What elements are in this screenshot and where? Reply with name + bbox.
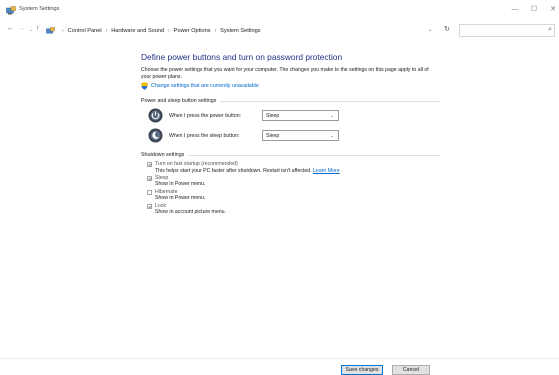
search-icon[interactable]: ⌕: [548, 26, 552, 34]
breadcrumb-separator: ›: [62, 28, 64, 34]
address-bar: ← → ⌄ ↑ › Control Panel › Hardware and S…: [0, 22, 559, 40]
fast-startup-description: This helps start your PC faster after sh…: [155, 167, 312, 174]
sleep-button-row: When I press the sleep button: Sleep ⌄: [141, 127, 441, 144]
lock-option: Lock Show in account picture menu.: [141, 203, 441, 216]
up-arrow-icon[interactable]: ↑: [36, 25, 40, 32]
sleep-button-icon: [148, 128, 163, 143]
search-input[interactable]: ⌕: [459, 24, 555, 37]
breadcrumb-system-settings[interactable]: System Settings: [220, 28, 260, 34]
shutdown-section-title: Shutdown settings: [141, 152, 185, 159]
close-button[interactable]: ✕: [546, 4, 559, 16]
control-panel-icon: [46, 27, 55, 34]
title-bar: System Settings — ☐ ✕: [0, 0, 559, 22]
fast-startup-checkbox[interactable]: [147, 162, 152, 168]
breadcrumb-power-options[interactable]: Power Options: [174, 28, 211, 34]
recent-locations-chevron-icon[interactable]: ⌄: [29, 27, 33, 33]
refresh-icon[interactable]: ↻: [444, 25, 450, 33]
control-panel-icon: [6, 6, 16, 15]
power-button-label: When I press the power button:: [169, 112, 242, 119]
power-button-icon: [148, 108, 163, 123]
power-section-title: Power and sleep button settings: [141, 98, 217, 105]
lock-option-description: Show in account picture menu.: [155, 209, 226, 216]
power-button-action-value: Sleep: [266, 112, 280, 119]
breadcrumb-separator: ›: [214, 28, 217, 34]
fast-startup-option: Turn on fast startup (recommended) This …: [141, 161, 441, 174]
breadcrumb-separator: ›: [168, 28, 170, 34]
breadcrumb-control-panel[interactable]: Control Panel: [68, 28, 102, 34]
sleep-checkbox[interactable]: [147, 176, 152, 181]
divider: [188, 154, 441, 156]
chevron-down-icon: ⌄: [330, 132, 334, 138]
power-section-header: Power and sleep button settings: [141, 98, 441, 104]
power-button-row: When I press the power button: Sleep ⌄: [141, 107, 441, 124]
power-button-action-select[interactable]: Sleep ⌄: [262, 110, 339, 122]
change-settings-link[interactable]: Change settings that are currently unava…: [141, 82, 441, 90]
divider: [220, 100, 441, 102]
lock-checkbox[interactable]: [147, 203, 152, 209]
main-content: Define power buttons and turn on passwor…: [141, 52, 441, 215]
change-settings-link-text[interactable]: Change settings that are currently unava…: [151, 83, 259, 89]
address-dropdown-chevron-icon[interactable]: ⌄: [428, 27, 432, 33]
sleep-button-label: When I press the sleep button:: [169, 132, 240, 139]
breadcrumb[interactable]: › Control Panel › Hardware and Sound › P…: [46, 25, 440, 37]
forward-arrow-icon[interactable]: →: [18, 25, 25, 32]
sleep-option-description: Show in Power menu.: [155, 181, 206, 188]
hibernate-checkbox[interactable]: [147, 189, 152, 195]
hibernate-option-description: Show in Power menu.: [155, 195, 206, 202]
intro-text: Choose the power settings that you want …: [141, 67, 429, 80]
window-title: System Settings: [19, 6, 60, 12]
sleep-option: Sleep Show in Power menu.: [141, 175, 441, 188]
back-arrow-icon[interactable]: ←: [7, 25, 14, 32]
maximize-button[interactable]: ☐: [527, 4, 541, 16]
shutdown-section-header: Shutdown settings: [141, 152, 441, 158]
chevron-down-icon: ⌄: [330, 112, 334, 118]
footer-divider: [0, 358, 559, 359]
breadcrumb-hardware-and-sound[interactable]: Hardware and Sound: [111, 28, 164, 34]
learn-more-link[interactable]: Learn More: [313, 168, 340, 174]
minimize-button[interactable]: —: [508, 4, 522, 16]
page-title: Define power buttons and turn on passwor…: [141, 52, 343, 62]
breadcrumb-separator: ›: [105, 28, 108, 34]
sleep-button-action-select[interactable]: Sleep ⌄: [262, 130, 339, 142]
uac-shield-icon: [141, 82, 148, 90]
sleep-button-action-value: Sleep: [266, 132, 280, 139]
hibernate-option: Hibernate Show in Power menu.: [141, 189, 441, 202]
